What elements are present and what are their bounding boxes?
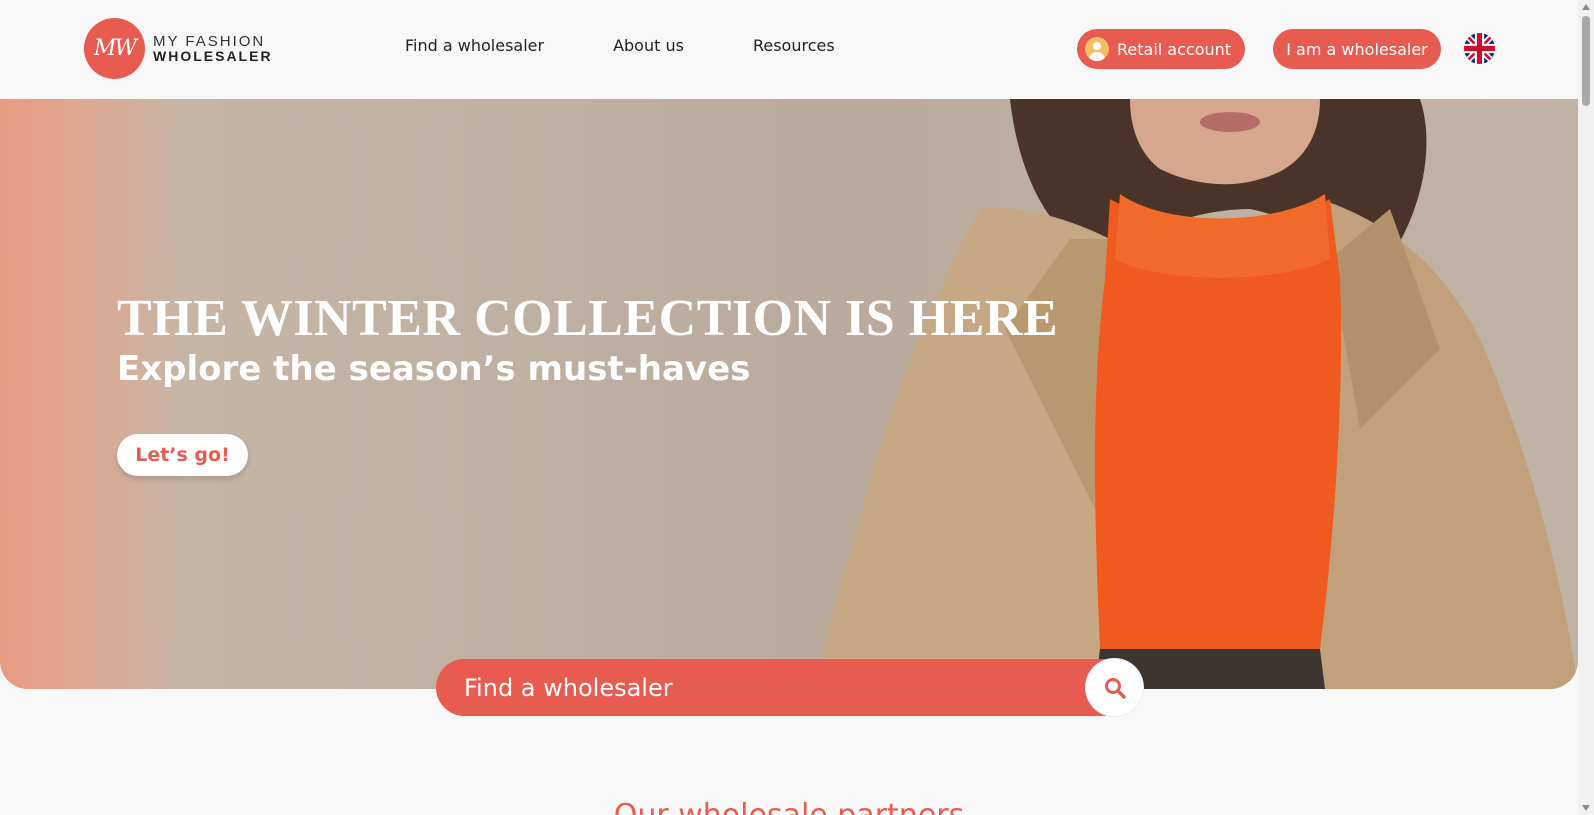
page: MW MY FASHION WHOLESALER Find a wholesal…: [0, 0, 1594, 815]
site-header: MW MY FASHION WHOLESALER Find a wholesal…: [0, 0, 1578, 99]
logo-text: MY FASHION WHOLESALER: [153, 34, 273, 64]
wholesaler-search-bar: [436, 659, 1143, 716]
lets-go-button[interactable]: Let’s go!: [117, 434, 248, 476]
nav-resources[interactable]: Resources: [753, 36, 835, 55]
uk-flag-icon[interactable]: [1464, 33, 1495, 64]
hero-subtitle: Explore the season’s must-haves: [117, 349, 751, 389]
search-icon: [1104, 677, 1126, 699]
hero-banner: THE WINTER COLLECTION IS HERE Explore th…: [0, 99, 1578, 689]
logo-line-2: WHOLESALER: [153, 47, 273, 64]
logo-line-1: MY FASHION: [153, 32, 266, 50]
search-input[interactable]: [464, 673, 1064, 702]
main-nav: Find a wholesaler About us Resources: [405, 36, 904, 55]
hero-model-image: [815, 99, 1578, 689]
scroll-down-arrow[interactable]: [1582, 805, 1590, 811]
wholesaler-label: I am a wholesaler: [1286, 39, 1428, 59]
scrollbar[interactable]: [1578, 0, 1594, 815]
logo-mark: MW: [84, 18, 145, 79]
scrollbar-thumb[interactable]: [1582, 16, 1590, 106]
scroll-up-arrow[interactable]: [1582, 4, 1590, 10]
nav-find-wholesaler[interactable]: Find a wholesaler: [405, 36, 544, 55]
user-icon: [1085, 37, 1109, 61]
search-button[interactable]: [1086, 659, 1143, 716]
hero-title: THE WINTER COLLECTION IS HERE: [117, 290, 1059, 347]
partners-heading: Our wholesale partners: [0, 798, 1578, 815]
wholesaler-button[interactable]: I am a wholesaler: [1273, 29, 1441, 69]
retail-account-button[interactable]: Retail account: [1077, 29, 1245, 69]
retail-account-label: Retail account: [1117, 39, 1232, 59]
logo[interactable]: MW MY FASHION WHOLESALER: [84, 18, 273, 79]
nav-about-us[interactable]: About us: [613, 36, 684, 55]
